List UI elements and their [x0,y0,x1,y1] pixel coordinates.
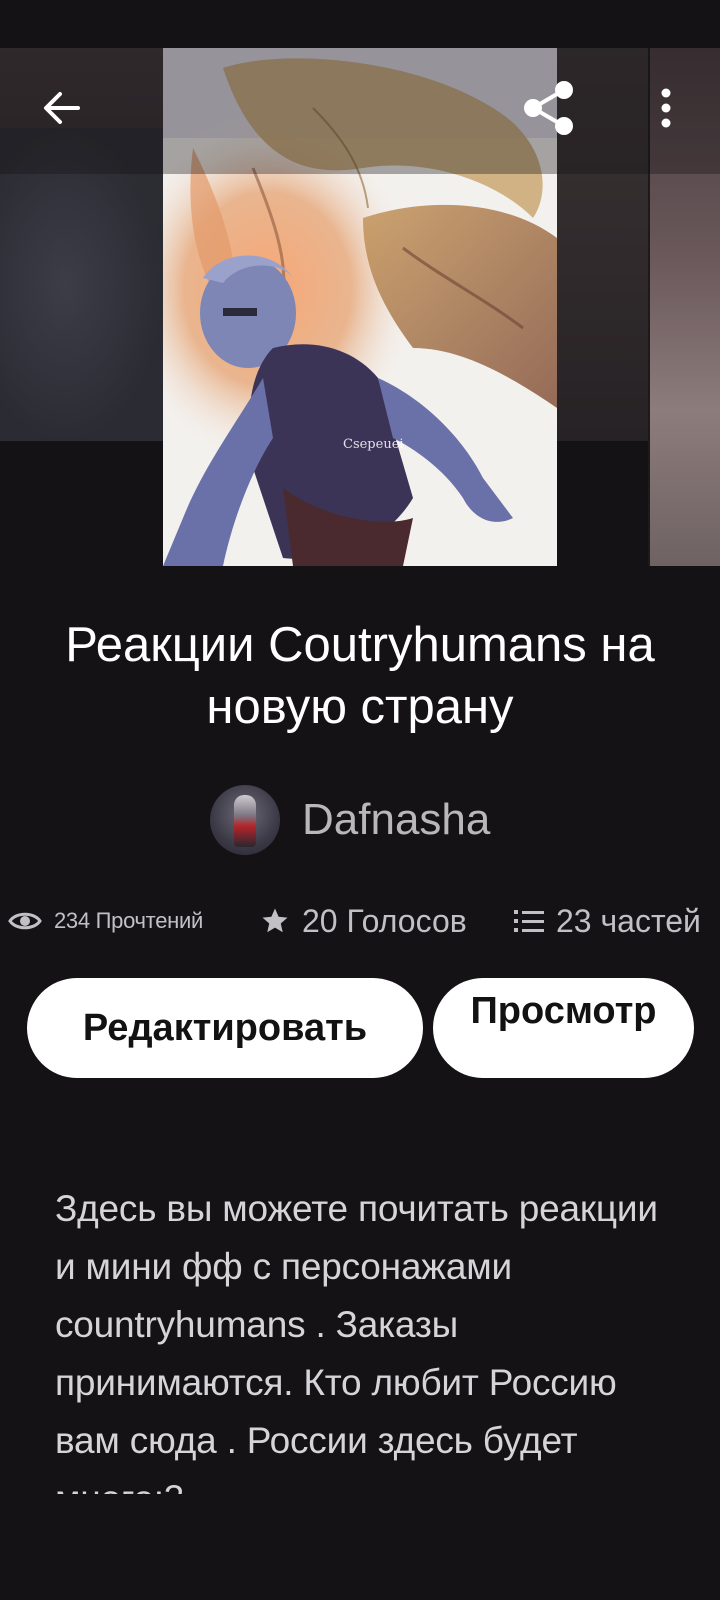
star-icon [260,906,290,936]
cover-watermark: Csepeuei [343,437,404,452]
story-stats: 234 Прочтений 20 Голосов 23 частей [0,896,720,946]
story-title: Реакции Coutryhumans на новую страну [65,618,655,734]
author-link[interactable]: Dafnasha [210,784,490,856]
list-icon [514,908,544,934]
description-container: Здесь вы можете почитать реакции и мини … [55,1180,675,1494]
votes-count: 20 Голосов [302,902,467,939]
status-bar [0,0,720,48]
share-button[interactable] [514,78,584,142]
back-button[interactable] [30,78,94,142]
story-description: Здесь вы можете почитать реакции и мини … [55,1188,658,1494]
more-vertical-icon [659,88,673,133]
eye-icon [8,910,42,932]
author-avatar[interactable] [210,785,280,855]
avatar-figure [234,795,256,847]
cover-carousel[interactable]: Csepeuei [0,48,720,568]
share-icon [521,80,577,141]
parts-count: 23 частей [556,902,701,939]
parts-stat: 23 частей [514,896,701,946]
reads-stat: 234 Прочтений [8,896,203,946]
author-name[interactable]: Dafnasha [302,785,490,855]
reads-count: 234 Прочтений [54,908,203,933]
edit-button[interactable]: Редактировать [27,978,423,1078]
preview-button[interactable]: Просмотр [433,978,694,1078]
arrow-left-icon [42,88,82,133]
story-details-screen: Csepeuei Реакции Coutryhumans на новую с… [0,0,720,1600]
header-overlay [0,48,720,174]
more-options-button[interactable] [636,78,696,142]
votes-stat: 20 Голосов [260,896,467,946]
